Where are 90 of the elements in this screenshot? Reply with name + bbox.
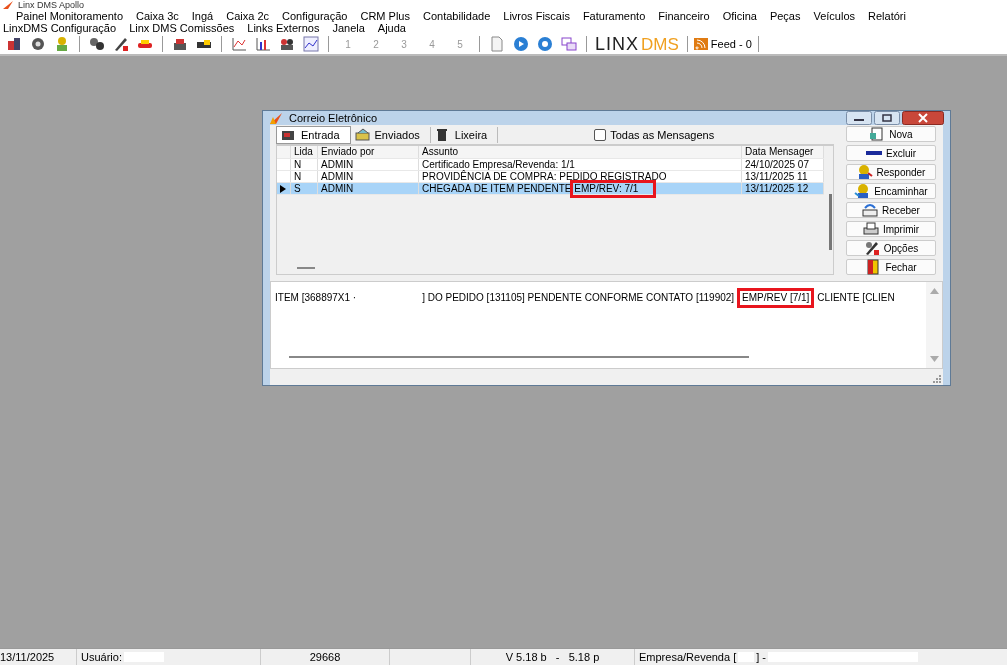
action-button[interactable]: Opções: [846, 240, 936, 256]
people-icon[interactable]: [279, 36, 295, 52]
menu-item[interactable]: Ingá: [191, 10, 214, 22]
menu-item[interactable]: Ajuda: [377, 22, 406, 34]
help-icon[interactable]: [537, 36, 553, 52]
menu-item[interactable]: Contabilidade: [423, 10, 491, 22]
menu-item[interactable]: LinxDMS Configuração: [3, 22, 117, 34]
menu-item[interactable]: Linx DMS Comissões: [129, 22, 235, 34]
table-cell: PROVIDÊNCIA DE COMPRA: PEDIDO REGISTRADO: [419, 171, 742, 182]
logo-text: LINX: [595, 33, 640, 54]
table-cell: N: [291, 159, 318, 170]
building-icon[interactable]: [6, 36, 22, 52]
action-button[interactable]: Nova: [846, 126, 936, 142]
tab[interactable]: Entrada: [276, 126, 351, 144]
close-icon[interactable]: [902, 111, 944, 125]
horizontal-scroll-thumb[interactable]: [289, 356, 749, 358]
app-title: Linx DMS Apollo: [18, 0, 85, 10]
status-user-label: Usuário:: [81, 651, 122, 663]
line-chart-icon[interactable]: [303, 36, 319, 52]
message-text: CLIENTE [CLIEN: [817, 292, 895, 304]
table-cell: Certificado Empresa/Revenda: 1/1: [419, 159, 742, 170]
action-button[interactable]: Receber: [846, 202, 936, 218]
tray-arrow-icon: [862, 202, 879, 218]
feed-link[interactable]: Feed - 0: [710, 38, 752, 50]
person-arrow-icon: [856, 164, 873, 180]
action-button[interactable]: Excluir: [846, 145, 936, 161]
table-cell: N: [291, 171, 318, 182]
checkbox[interactable]: [594, 129, 607, 141]
resize-grip-icon[interactable]: [933, 375, 941, 383]
tab[interactable]: Lixeira: [430, 127, 499, 143]
rss-icon[interactable]: [693, 38, 708, 50]
menu-item[interactable]: CRM Plus: [360, 10, 410, 22]
menu-item[interactable]: Caixa 2c: [226, 10, 270, 22]
action-button[interactable]: Encaminhar: [846, 183, 936, 199]
action-button[interactable]: Imprimir: [846, 221, 936, 237]
menu-item[interactable]: Oficina: [722, 10, 757, 22]
logo-subtext: DMS: [641, 34, 679, 55]
column-header[interactable]: Enviado por: [318, 146, 419, 158]
table-row[interactable]: S ADMIN CHEGADA DE ITEM PENDENTE EMP/REV: 7/1 13/11/2025 12: [277, 183, 824, 195]
bar-chart-icon[interactable]: [255, 36, 271, 52]
message-text: ITEM [368897X1 ·: [275, 292, 357, 304]
menu-item[interactable]: Faturamento: [582, 10, 646, 22]
action-button[interactable]: Responder: [846, 164, 936, 180]
annotated-text: EMP/REV [7/1]: [737, 288, 815, 308]
window-title: Correio Eletrônico: [289, 112, 379, 124]
menu-item[interactable]: Relatóri: [868, 10, 906, 22]
maximize-icon[interactable]: [874, 111, 900, 125]
table-cell: S: [291, 183, 318, 194]
trash-icon: [434, 128, 450, 142]
minimize-icon[interactable]: [846, 111, 872, 125]
column-header[interactable]: Lida: [291, 146, 318, 158]
document-icon: [869, 126, 886, 142]
play-icon[interactable]: [513, 36, 529, 52]
menu-item[interactable]: Painel Monitoramento: [16, 10, 123, 22]
status-date: 13/11/2025: [0, 651, 55, 663]
column-header[interactable]: Assunto: [419, 146, 742, 158]
person-arrow-icon: [854, 183, 871, 199]
action-button[interactable]: Fechar: [846, 259, 936, 275]
status-company-separator: ] -: [756, 651, 766, 663]
checkbox-label[interactable]: Todas as Mensagens: [610, 129, 715, 141]
table-row[interactable]: N ADMIN Certificado Empresa/Revenda: 1/1 24/10/2025 07: [277, 159, 824, 171]
printer-icon: [862, 221, 879, 237]
menu-item[interactable]: Veículos: [813, 10, 856, 22]
windows-icon[interactable]: [561, 36, 577, 52]
inbox-icon: [281, 128, 296, 142]
table-cell: ADMIN: [318, 183, 419, 194]
menu-item[interactable]: Livros Fiscais: [503, 10, 570, 22]
menu-item[interactable]: Financeiro: [658, 10, 710, 22]
horizontal-scroll-thumb[interactable]: [297, 267, 315, 269]
app-logo-icon: [269, 111, 283, 125]
minus-icon: [866, 151, 882, 155]
menu-item[interactable]: Configuração: [282, 10, 348, 22]
envelope-icon: [354, 128, 370, 142]
menu-item[interactable]: Janela: [332, 22, 365, 34]
status-version: V 5.18 b - 5.18 p: [505, 651, 600, 663]
menu-item[interactable]: Peças: [769, 10, 801, 22]
menu-item[interactable]: Caixa 3c: [136, 10, 179, 22]
person-icon[interactable]: [54, 36, 70, 52]
table-cell: ADMIN: [318, 159, 419, 170]
wheel-icon[interactable]: [30, 36, 46, 52]
chart-icon[interactable]: [231, 36, 247, 52]
table-cell: CHEGADA DE ITEM PENDENTE EMP/REV: 7/1: [419, 183, 742, 194]
message-text: ] DO PEDIDO [131105] PENDENTE CONFORME CONTATO [119902]: [422, 292, 735, 304]
menu-item[interactable]: Links Externos: [247, 22, 320, 34]
tab[interactable]: Enviados: [350, 127, 431, 143]
table-cell: ADMIN: [318, 171, 419, 182]
status-company-label: Empresa/Revenda [: [639, 651, 737, 663]
row-pointer-icon: [280, 184, 286, 193]
table-row[interactable]: N ADMIN PROVIDÊNCIA DE COMPRA: PEDIDO REGISTRADO 13/11/2025 11: [277, 171, 824, 183]
status-code: 29668: [309, 651, 341, 663]
